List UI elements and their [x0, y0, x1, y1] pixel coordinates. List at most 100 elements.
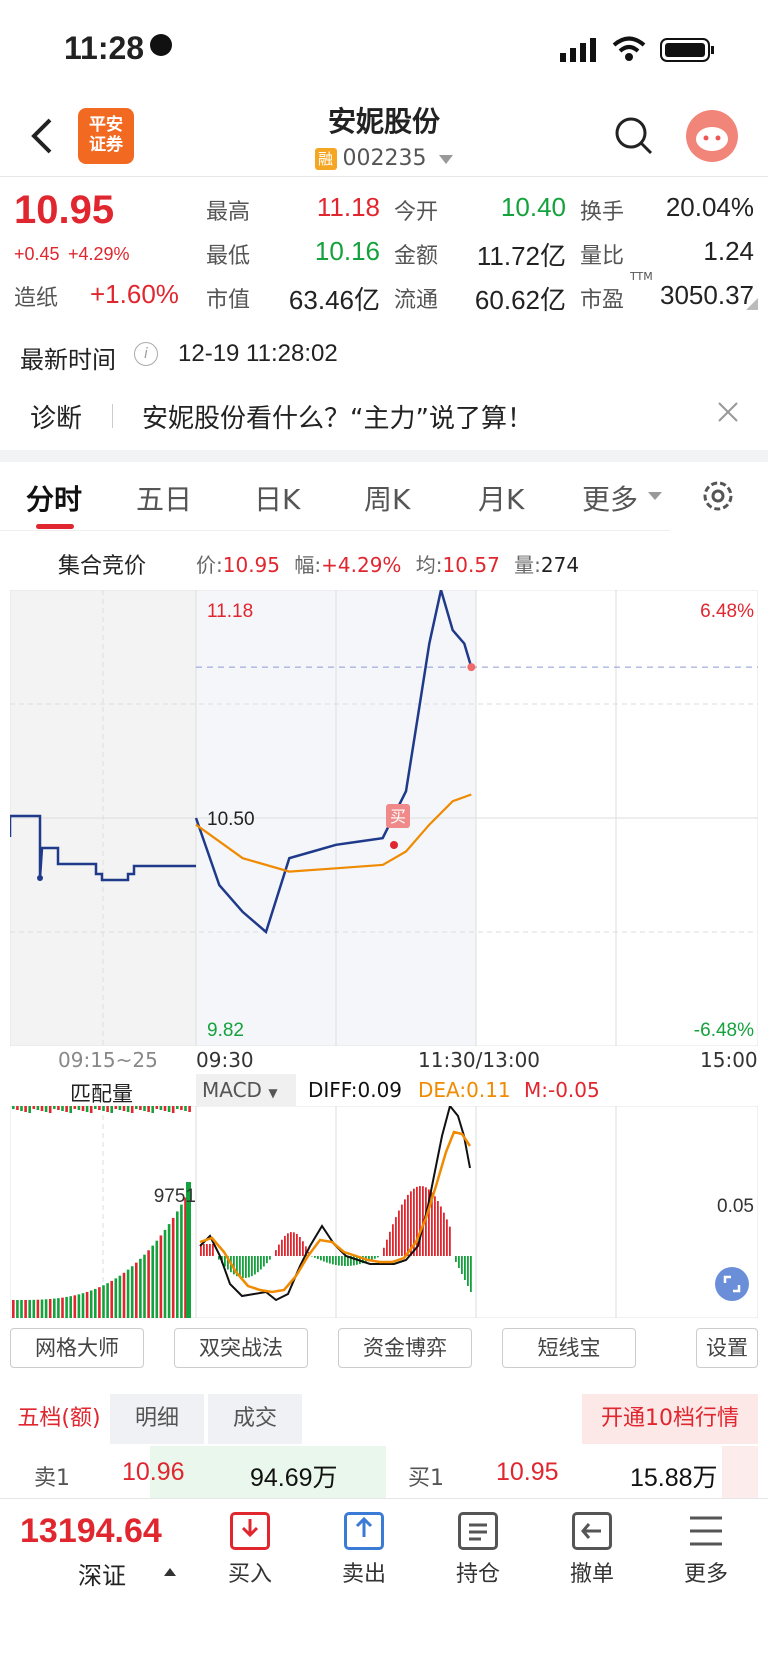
intraday-chart[interactable]: 11.18 10.50 9.82 6.48% -6.48% 买: [10, 590, 758, 1046]
auction-top-bar: [115, 1106, 118, 1109]
auction-volume-bar: [45, 1299, 48, 1318]
macd-histogram-bar: [407, 1195, 409, 1256]
buy-label: 买入: [228, 1562, 272, 1587]
macd-chart[interactable]: 9751 0.05: [10, 1106, 758, 1318]
auction-volume-bar: [164, 1230, 167, 1318]
auction-volume-bar: [123, 1273, 126, 1318]
close-icon[interactable]: [716, 400, 740, 424]
macd-histogram-bar: [290, 1232, 292, 1256]
auction-top-bar: [110, 1106, 113, 1113]
tab-daily-k[interactable]: 日K: [254, 478, 300, 518]
index-name[interactable]: 深证: [78, 1556, 126, 1591]
status-time: 11:28: [64, 30, 144, 67]
auction-volume-bar: [49, 1299, 52, 1318]
macd-histogram-bar: [293, 1232, 295, 1256]
macd-histogram-bar: [458, 1256, 460, 1268]
auction-top-bar: [28, 1106, 31, 1113]
macd-histogram-bar: [440, 1207, 442, 1256]
macd-histogram-bar: [326, 1256, 328, 1263]
auction-top-bar: [168, 1106, 171, 1112]
macd-histogram-bar: [269, 1256, 271, 1260]
range-value: +4.29%: [321, 553, 401, 577]
tab-weekly-k[interactable]: 周K: [364, 478, 410, 518]
label-pe: 市盈: [580, 282, 624, 314]
auction-volume-bar: [94, 1289, 97, 1318]
macd-histogram-bar: [389, 1232, 391, 1256]
sector-name[interactable]: 造纸: [14, 280, 58, 312]
macd-histogram-bar: [206, 1244, 208, 1256]
index-value[interactable]: 13194.64: [20, 1512, 162, 1551]
auction-top-bar: [24, 1106, 27, 1112]
double-breakout-button[interactable]: 双突战法: [174, 1328, 308, 1368]
macd-histogram-bar: [299, 1237, 301, 1256]
sell1-label: 卖1: [34, 1460, 70, 1492]
auction-top-bar: [119, 1106, 122, 1110]
macd-histogram-bar: [224, 1256, 226, 1266]
diagnosis-text[interactable]: 安妮股份看什么？“主力”说了算！: [142, 398, 533, 435]
short-term-button[interactable]: 短线宝: [502, 1328, 636, 1368]
auction-top-bar: [123, 1106, 126, 1111]
macd-histogram-bar: [266, 1256, 268, 1263]
moon-icon: [150, 34, 172, 56]
cellular-signal-icon: [560, 38, 598, 62]
auction-volume-bar: [65, 1297, 68, 1318]
macd-histogram-bar: [383, 1248, 385, 1256]
position-icon: [458, 1512, 498, 1550]
grid-master-button[interactable]: 网格大师: [10, 1328, 144, 1368]
tab-more[interactable]: 更多: [582, 478, 638, 518]
auction-top-bar: [94, 1106, 97, 1109]
macd-histogram-bar: [392, 1224, 394, 1256]
tab-detail[interactable]: 明细: [110, 1394, 204, 1444]
macd-histogram-bar: [401, 1205, 403, 1256]
sell-label: 卖出: [342, 1562, 386, 1587]
auction-top-bar: [86, 1106, 89, 1112]
vol-value: 274: [541, 553, 579, 577]
macd-select[interactable]: MACD ▼: [196, 1074, 296, 1106]
auction-volume-bar: [127, 1270, 130, 1318]
assistant-avatar[interactable]: [686, 110, 738, 162]
auction-top-bar: [90, 1106, 93, 1113]
auction-volume-bar: [28, 1300, 31, 1318]
auction-top-bar: [106, 1106, 109, 1112]
position-button[interactable]: 持仓: [438, 1512, 518, 1588]
svg-text:买: 买: [390, 807, 406, 826]
settings-button[interactable]: 设置: [696, 1328, 758, 1368]
auction-volume-bar: [24, 1300, 27, 1318]
expand-corner-icon[interactable]: [746, 298, 758, 310]
auction-top-bar: [143, 1106, 146, 1111]
time-mid: 11:30/13:00: [418, 1048, 540, 1072]
auction-volume-bar: [33, 1300, 36, 1318]
label-market-cap: 市值: [206, 282, 250, 314]
label-low: 最低: [206, 238, 250, 270]
buy-button[interactable]: 买入: [210, 1512, 290, 1588]
price-change-pct: +4.29%: [68, 244, 130, 265]
tab-five-day[interactable]: 五日: [136, 478, 192, 518]
auction-top-bar: [41, 1106, 44, 1111]
settings-gear-icon[interactable]: [700, 478, 736, 514]
macd-histogram-bar: [212, 1244, 214, 1256]
auction-volume-bar: [57, 1298, 60, 1318]
auction-volume-bar: [139, 1259, 142, 1318]
sell-button[interactable]: 卖出: [324, 1512, 404, 1588]
auction-top-bar: [78, 1106, 81, 1110]
auction-volume-bar: [102, 1285, 105, 1318]
buy1-amount: 15.88万: [630, 1458, 718, 1494]
tab-intraday[interactable]: 分时: [26, 478, 82, 518]
match-volume-label: 匹配量: [70, 1078, 133, 1108]
info-icon[interactable]: i: [134, 342, 158, 366]
fund-game-button[interactable]: 资金博弈: [338, 1328, 472, 1368]
more-button[interactable]: 更多: [666, 1512, 746, 1588]
tab-level5[interactable]: 五档(额): [10, 1394, 108, 1444]
auction-volume-bar: [20, 1300, 23, 1318]
auction-volume-bar: [172, 1218, 175, 1318]
label-turnover: 换手: [580, 194, 624, 226]
fullscreen-icon: [715, 1267, 749, 1301]
open-level10-button[interactable]: 开通10档行情: [582, 1394, 758, 1444]
tab-trades[interactable]: 成交: [208, 1394, 302, 1444]
cancel-order-button[interactable]: 撤单: [552, 1512, 632, 1588]
tab-monthly-k[interactable]: 月K: [478, 478, 524, 518]
macd-m: M:-0.05: [524, 1078, 600, 1102]
auction-top-bar: [131, 1106, 134, 1113]
auction-top-bar: [139, 1106, 142, 1110]
search-icon[interactable]: [614, 116, 654, 156]
